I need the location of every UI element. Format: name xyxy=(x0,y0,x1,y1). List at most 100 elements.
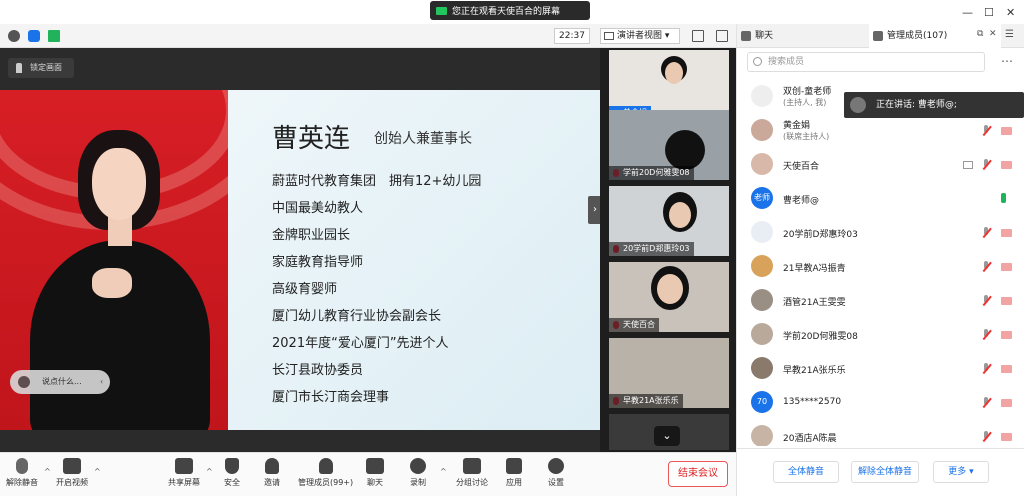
avatar xyxy=(751,85,773,107)
participant-face xyxy=(669,202,691,228)
avatar xyxy=(751,255,773,277)
avatar xyxy=(751,357,773,379)
tab-chat[interactable]: 聊天 xyxy=(737,24,867,48)
sidebar-toggle-icon[interactable] xyxy=(716,30,728,42)
apps-label: 应用 xyxy=(506,478,522,487)
member-search-placeholder: 搜索成员 xyxy=(768,57,805,67)
video-tile[interactable]: 早教21A张乐乐 xyxy=(609,338,729,408)
mic-on-icon xyxy=(1001,193,1006,203)
members-actions: 全体静音 解除全体静音 更多 ▾ xyxy=(737,448,1024,496)
member-row[interactable]: 天使百合 xyxy=(751,150,1021,180)
chevron-up-icon[interactable]: ^ xyxy=(94,467,101,476)
end-meeting-button[interactable]: 结束会议 xyxy=(668,461,728,487)
maximize-icon[interactable]: ☐ xyxy=(984,6,994,19)
mic-off-icon xyxy=(981,295,991,307)
emoji-icon[interactable] xyxy=(18,376,30,388)
minimize-icon[interactable]: — xyxy=(962,6,973,19)
more-options-icon[interactable]: ⋯ xyxy=(1001,54,1013,68)
meeting-timer: 22:37 xyxy=(554,28,590,44)
signal-icon[interactable] xyxy=(48,30,60,42)
avatar xyxy=(751,425,773,446)
slide-line: 家庭教育指导师 xyxy=(272,255,364,270)
menu-icon[interactable]: ☰ xyxy=(1005,29,1014,40)
chat-quick-input[interactable]: 说点什么... ‹ xyxy=(10,370,110,394)
camera-off-icon xyxy=(1001,161,1012,169)
member-row[interactable]: 20学前D郑惠玲03 xyxy=(751,218,1021,248)
unmute-all-button[interactable]: 解除全体静音 xyxy=(851,461,919,483)
video-tile-name: 早教21A张乐乐 xyxy=(609,394,683,408)
mute-all-button[interactable]: 全体静音 xyxy=(773,461,839,483)
add-user-icon xyxy=(265,458,279,474)
share-banner-text: 您正在观看天使百合的屏幕 xyxy=(452,7,561,17)
camera-off-icon xyxy=(1001,331,1012,339)
chat-quick-placeholder: 说点什么... xyxy=(42,377,82,386)
mic-off-icon xyxy=(981,329,991,341)
security-button[interactable]: 安全 xyxy=(224,458,240,488)
member-row[interactable]: 早教21A张乐乐 xyxy=(751,354,1021,384)
members-icon xyxy=(318,458,333,474)
figure-hand xyxy=(92,268,132,298)
lock-view-button[interactable]: 锁定画面 xyxy=(8,58,74,78)
popout-icon[interactable]: ⧉ xyxy=(977,29,983,39)
member-row[interactable]: 酒管21A王雯雯 xyxy=(751,286,1021,316)
camera-icon xyxy=(436,6,447,15)
record-button[interactable]: 录制 xyxy=(410,458,426,488)
search-icon xyxy=(753,57,762,66)
chevron-left-icon[interactable]: ‹ xyxy=(100,370,103,394)
slide-line: 蔚蓝时代教育集团 拥有12+幼儿园 xyxy=(272,174,482,189)
unmute-button[interactable]: 解除静音 xyxy=(6,458,38,488)
camera-off-icon xyxy=(1001,365,1012,373)
member-name: 学前20D何雅雯08 xyxy=(783,332,858,342)
chat-icon xyxy=(741,31,751,41)
share-screen-button[interactable]: 共享屏幕 xyxy=(168,458,200,488)
avatar: 70 xyxy=(751,391,773,413)
video-tile[interactable]: 天使百合 xyxy=(609,262,729,332)
member-row[interactable]: 70 135****2570 xyxy=(751,388,1021,418)
member-row[interactable]: 20酒店A陈晨 xyxy=(751,422,1021,446)
tab-chat-label: 聊天 xyxy=(755,31,774,41)
start-video-button[interactable]: 开启视频 xyxy=(56,458,88,488)
close-panel-icon[interactable]: ✕ xyxy=(989,29,997,39)
camera-off-icon xyxy=(1001,127,1012,135)
breakout-button[interactable]: 分组讨论 xyxy=(456,458,488,488)
apps-button[interactable]: 应用 xyxy=(506,458,522,488)
mic-off-icon xyxy=(981,363,991,375)
gear-icon xyxy=(548,458,564,474)
avatar xyxy=(751,153,773,175)
slide-title-suffix: 创始人兼董事长 xyxy=(374,131,472,147)
fullscreen-icon[interactable] xyxy=(692,30,704,42)
member-row[interactable]: 学前20D何雅雯08 xyxy=(751,320,1021,350)
info-icon[interactable] xyxy=(8,30,20,42)
video-tile[interactable]: 学前20D何雅雯08 xyxy=(609,110,729,180)
mic-off-icon xyxy=(981,431,991,443)
shield-icon[interactable] xyxy=(28,30,40,42)
mic-off-icon xyxy=(981,227,991,239)
slide-line: 长汀县政协委员 xyxy=(272,363,364,378)
chevron-down-icon[interactable]: ⌄ xyxy=(654,426,680,446)
invite-label: 邀请 xyxy=(264,478,280,487)
member-row[interactable]: 老师 曹老师@ xyxy=(751,184,1021,214)
members-icon xyxy=(873,31,883,41)
member-row[interactable]: 黄金娟 (联席主持人) xyxy=(751,116,1021,146)
view-mode-dropdown[interactable]: 演讲者视图 ▾ xyxy=(600,28,680,44)
manage-members-button[interactable]: 管理成员(99+) xyxy=(298,458,353,488)
chat-button[interactable]: 聊天 xyxy=(366,458,384,488)
member-row[interactable]: 21早教A冯振青 xyxy=(751,252,1021,282)
video-tile[interactable]: 20学前D郑惠玲03 xyxy=(609,186,729,256)
chat-icon xyxy=(366,458,384,474)
mic-off-icon xyxy=(981,261,991,273)
mic-off-icon xyxy=(981,159,991,171)
camera-off-icon xyxy=(63,458,81,474)
member-name: 黄金娟 xyxy=(783,121,811,131)
chevron-up-icon[interactable]: ^ xyxy=(206,467,213,476)
member-search-input[interactable]: 搜索成员 xyxy=(747,52,985,72)
tab-members-label: 管理成员(107) xyxy=(887,31,948,41)
chevron-up-icon[interactable]: ^ xyxy=(440,467,447,476)
more-button[interactable]: 更多 ▾ xyxy=(933,461,989,483)
invite-button[interactable]: 邀请 xyxy=(264,458,280,488)
shield-icon xyxy=(225,458,239,474)
mic-off-icon xyxy=(16,458,28,474)
chevron-up-icon[interactable]: ^ xyxy=(44,467,51,476)
close-icon[interactable]: ✕ xyxy=(1006,6,1015,19)
settings-button[interactable]: 设置 xyxy=(548,458,564,488)
